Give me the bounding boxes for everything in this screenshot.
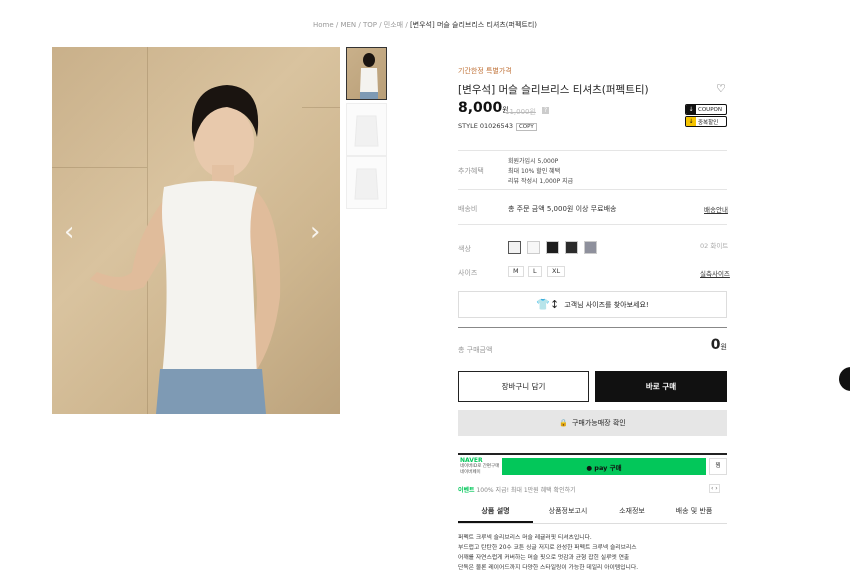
size-option-m[interactable]: M (508, 266, 524, 277)
size-guide-link[interactable]: 실측사이즈 (700, 268, 730, 278)
divider (458, 224, 727, 225)
thumbnail-3[interactable] (346, 156, 387, 209)
breadcrumb-top[interactable]: TOP (363, 21, 377, 29)
buy-now-button[interactable]: 바로 구매 (595, 371, 727, 402)
total-amount: 0원 (710, 337, 727, 353)
price-info-icon[interactable]: ? (542, 107, 549, 114)
naver-subtext: 네이버ID로 간편구매 네이버페이 (460, 464, 500, 475)
color-swatch-4[interactable] (565, 241, 578, 254)
tabs-divider (458, 523, 727, 524)
product-title: [변우석] 머슬 슬리브리스 티셔츠(퍼펙트티) (458, 84, 649, 96)
sale-price: 8,000원 (458, 100, 509, 116)
promo-label: 기간한정 특별가격 (458, 67, 512, 75)
breadcrumb-home[interactable]: Home (313, 21, 334, 29)
discount-badge[interactable]: ↓ 중복할인 (685, 116, 727, 127)
divider (458, 150, 727, 151)
product-description: 퍼펙트 크루넥 슬리브리스 머슬 레귤러핏 티셔츠입니다. 부드럽고 탄탄한 2… (458, 535, 639, 571)
size-option-xl[interactable]: XL (547, 266, 566, 277)
color-swatch-1[interactable] (508, 241, 521, 254)
event-pager[interactable]: ‹ › (709, 484, 720, 493)
divider (458, 327, 727, 328)
naver-zzim-button[interactable]: 찜 (709, 458, 727, 475)
thumbnail-2[interactable] (346, 103, 387, 156)
main-product-image: ‹ › (52, 47, 340, 414)
coupon-icon: ↓ (686, 105, 696, 114)
add-to-cart-button[interactable]: 장바구니 담기 (458, 371, 589, 402)
benefits-list: 회원가입시 5,000P 최대 10% 할인 혜택 리뷰 작성시 1,000P … (508, 158, 574, 185)
shipping-label: 배송비 (458, 205, 478, 213)
color-swatch-3[interactable] (546, 241, 559, 254)
breadcrumb-sleeveless[interactable]: 민소매 (384, 21, 403, 29)
tab-product-info[interactable]: 상품정보고시 (533, 506, 603, 523)
original-price: 11,000원 (505, 108, 536, 116)
breadcrumb: Home / MEN / TOP / 민소매 / [변우석] 머슬 슬리브리스 … (312, 21, 538, 29)
floating-chat-button[interactable] (839, 367, 850, 391)
style-code-row: STYLE 01026543 COPY (458, 122, 537, 131)
breadcrumb-men[interactable]: MEN (340, 21, 356, 29)
copy-button[interactable]: COPY (515, 123, 537, 131)
naver-event-row[interactable]: 이벤트 100% 지급! 최대 1만원 혜택 확인하기 (458, 485, 576, 494)
color-swatch-2[interactable] (527, 241, 540, 254)
naver-logo: NAVER (460, 457, 483, 464)
color-label: 색상 (458, 245, 471, 253)
tab-material[interactable]: 소재정보 (603, 506, 661, 523)
discount-icon: ↓ (686, 117, 696, 126)
tshirt-ruler-icon: 👕↕ (536, 298, 560, 311)
store-stock-button[interactable]: 🔒 구매가능매장 확인 (458, 410, 727, 436)
lock-icon: 🔒 (559, 419, 568, 427)
gallery-prev-icon[interactable]: ‹ (64, 217, 74, 247)
size-label: 사이즈 (458, 269, 478, 277)
color-swatch-5[interactable] (584, 241, 597, 254)
coupon-badge[interactable]: ↓ COUPON (685, 104, 727, 115)
find-size-button[interactable]: 👕↕ 고객님 사이즈를 찾아보세요! (458, 291, 727, 318)
wishlist-heart-icon[interactable]: ♡ (716, 82, 726, 95)
naver-pay-button[interactable]: ● pay 구매 (502, 458, 706, 475)
tab-product-description[interactable]: 상품 설명 (458, 506, 533, 523)
size-option-l[interactable]: L (528, 266, 542, 277)
gallery-next-icon[interactable]: › (310, 217, 320, 247)
divider (458, 189, 727, 190)
breadcrumb-current: [변우석] 머슬 슬리브리스 티셔츠(퍼펙트티) (409, 21, 538, 29)
tab-shipping-returns[interactable]: 배송 및 반품 (661, 506, 727, 523)
benefits-label: 추가혜택 (458, 167, 484, 175)
selected-color-name: 02 화이트 (700, 242, 729, 250)
total-label: 총 구매금액 (458, 346, 493, 354)
shipping-text: 총 주문 금액 5,000원 이상 무료배송 (508, 205, 617, 213)
thumbnail-1[interactable] (346, 47, 387, 100)
model-figure (90, 85, 281, 414)
shipping-guide-link[interactable]: 배송안내 (704, 204, 728, 214)
